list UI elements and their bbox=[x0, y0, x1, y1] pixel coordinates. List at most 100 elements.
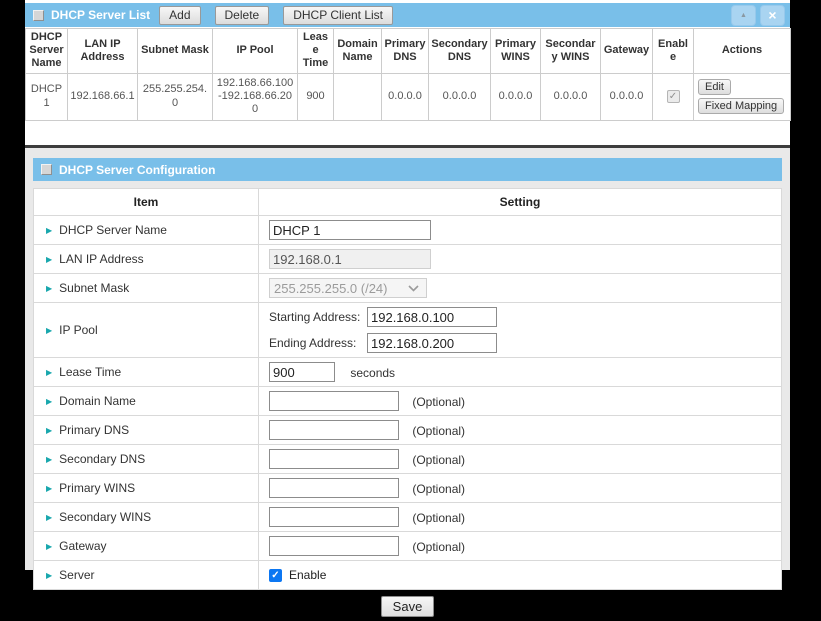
lan-ip-address-input bbox=[269, 249, 431, 269]
dhcp-server-configuration-panel: DHCP Server Configuration Item Setting ▶… bbox=[25, 148, 790, 570]
starting-address-label: Starting Address: bbox=[269, 310, 367, 324]
window-buttons: ▲ × bbox=[731, 5, 785, 26]
row-primary-wins: ▶Primary WINS (Optional) bbox=[34, 474, 782, 503]
subnet-mask-value: 255.255.255.0 (/24) bbox=[274, 281, 387, 296]
form-footer: Save bbox=[33, 590, 782, 621]
row-lease-time: ▶Lease Time seconds bbox=[34, 358, 782, 387]
primary-wins-optional-note: (Optional) bbox=[412, 482, 465, 496]
bullet-arrow-icon: ▶ bbox=[46, 397, 52, 406]
col-enable: Enable bbox=[653, 29, 694, 74]
subnet-mask-select: 255.255.255.0 (/24) bbox=[269, 278, 427, 298]
server-label: Server bbox=[59, 568, 94, 582]
cell-secondary-wins: 0.0.0.0 bbox=[541, 73, 601, 120]
enable-checkbox-disabled: ✓ bbox=[667, 90, 680, 103]
ip-pool-label: IP Pool bbox=[59, 323, 97, 337]
col-lan-ip: LAN IP Address bbox=[68, 29, 138, 74]
configuration-title: DHCP Server Configuration bbox=[59, 163, 215, 177]
bullet-arrow-icon: ▶ bbox=[46, 368, 52, 377]
row-lan-ip-address: ▶LAN IP Address bbox=[34, 245, 782, 274]
secondary-dns-input[interactable] bbox=[269, 449, 399, 469]
row-secondary-dns: ▶ Secondary DNS (Optional) bbox=[34, 445, 782, 474]
panel-square-icon bbox=[33, 10, 44, 21]
primary-wins-input[interactable] bbox=[269, 478, 399, 498]
bullet-arrow-icon: ▶ bbox=[46, 542, 52, 551]
col-subnet-mask: Subnet Mask bbox=[138, 29, 213, 74]
bullet-arrow-icon: ▶ bbox=[46, 426, 52, 435]
bullet-arrow-icon: ▶ bbox=[46, 226, 52, 235]
cell-lan-ip: 192.168.66.1 bbox=[68, 73, 138, 120]
configuration-table: Item Setting ▶DHCP Server Name ▶LAN IP A… bbox=[33, 188, 782, 590]
starting-address-input[interactable] bbox=[367, 307, 497, 327]
secondary-dns-label: Secondary DNS bbox=[59, 452, 145, 466]
server-enable-checkbox[interactable]: ✓ bbox=[269, 569, 282, 582]
setting-column-header: Setting bbox=[259, 189, 782, 216]
secondary-wins-optional-note: (Optional) bbox=[412, 511, 465, 525]
primary-dns-input[interactable] bbox=[269, 420, 399, 440]
server-enable-label: Enable bbox=[289, 568, 326, 582]
row-dhcp-server-name: ▶ DHCP Server Name bbox=[34, 216, 782, 245]
bullet-arrow-icon: ▶ bbox=[46, 284, 52, 293]
table-header-row: DHCP Server Name LAN IP Address Subnet M… bbox=[26, 29, 791, 74]
col-actions: Actions bbox=[694, 29, 791, 74]
check-icon: ✓ bbox=[271, 570, 279, 581]
col-secondary-dns: Secondary DNS bbox=[429, 29, 491, 74]
secondary-dns-optional-note: (Optional) bbox=[412, 453, 465, 467]
fixed-mapping-button[interactable]: Fixed Mapping bbox=[698, 98, 784, 114]
col-primary-wins: Primary WINS bbox=[491, 29, 541, 74]
save-button[interactable]: Save bbox=[381, 596, 435, 617]
lease-time-input[interactable] bbox=[269, 362, 335, 382]
cell-primary-wins: 0.0.0.0 bbox=[491, 73, 541, 120]
bullet-arrow-icon: ▶ bbox=[46, 455, 52, 464]
config-header-row: Item Setting bbox=[34, 189, 782, 216]
collapse-button[interactable]: ▲ bbox=[731, 5, 756, 26]
cell-name: DHCP 1 bbox=[26, 73, 68, 120]
row-secondary-wins: ▶Secondary WINS (Optional) bbox=[34, 503, 782, 532]
row-gateway: ▶Gateway (Optional) bbox=[34, 532, 782, 561]
ending-address-input[interactable] bbox=[367, 333, 497, 353]
subnet-mask-label: Subnet Mask bbox=[59, 281, 129, 295]
domain-name-optional-note: (Optional) bbox=[412, 395, 465, 409]
dhcp-server-name-input[interactable] bbox=[269, 220, 431, 240]
lan-ip-address-label: LAN IP Address bbox=[59, 252, 144, 266]
delete-button[interactable]: Delete bbox=[215, 6, 270, 25]
col-secondary-wins: Secondary WINS bbox=[541, 29, 601, 74]
cell-gateway: 0.0.0.0 bbox=[601, 73, 653, 120]
cell-enable: ✓ bbox=[653, 73, 694, 120]
panel-square-icon bbox=[41, 164, 52, 175]
row-ip-pool: ▶ IP Pool Starting Address: Ending Addres… bbox=[34, 303, 782, 358]
configuration-header: DHCP Server Configuration bbox=[33, 158, 782, 181]
add-button[interactable]: Add bbox=[159, 6, 200, 25]
row-primary-dns: ▶Primary DNS (Optional) bbox=[34, 416, 782, 445]
domain-name-input[interactable] bbox=[269, 391, 399, 411]
dhcp-server-list-panel: DHCP Server List Add Delete DHCP Client … bbox=[25, 3, 790, 145]
bullet-arrow-icon: ▶ bbox=[46, 571, 52, 580]
cell-secondary-dns: 0.0.0.0 bbox=[429, 73, 491, 120]
edit-button[interactable]: Edit bbox=[698, 79, 731, 95]
col-lease-time: Lease Time bbox=[298, 29, 334, 74]
col-domain-name: Domain Name bbox=[334, 29, 382, 74]
dhcp-client-list-button[interactable]: DHCP Client List bbox=[283, 6, 393, 25]
table-row: DHCP 1 192.168.66.1 255.255.254.0 192.16… bbox=[26, 73, 791, 120]
col-primary-dns: Primary DNS bbox=[382, 29, 429, 74]
close-icon: × bbox=[768, 8, 776, 22]
dhcp-server-name-label: DHCP Server Name bbox=[59, 223, 167, 237]
close-button[interactable]: × bbox=[760, 5, 785, 26]
cell-actions: Edit Fixed Mapping bbox=[694, 73, 791, 120]
cell-primary-dns: 0.0.0.0 bbox=[382, 73, 429, 120]
col-dhcp-server-name: DHCP Server Name bbox=[26, 29, 68, 74]
lease-time-label: Lease Time bbox=[59, 365, 121, 379]
primary-wins-label: Primary WINS bbox=[59, 481, 135, 495]
gateway-input[interactable] bbox=[269, 536, 399, 556]
cell-lease-time: 900 bbox=[298, 73, 334, 120]
secondary-wins-input[interactable] bbox=[269, 507, 399, 527]
gateway-optional-note: (Optional) bbox=[412, 540, 465, 554]
bullet-arrow-icon: ▶ bbox=[46, 513, 52, 522]
ending-address-label: Ending Address: bbox=[269, 336, 367, 350]
check-icon: ✓ bbox=[669, 91, 677, 103]
item-column-header: Item bbox=[34, 189, 259, 216]
bullet-arrow-icon: ▶ bbox=[46, 326, 52, 335]
col-gateway: Gateway bbox=[601, 29, 653, 74]
col-ip-pool: IP Pool bbox=[213, 29, 298, 74]
dhcp-server-list-header: DHCP Server List Add Delete DHCP Client … bbox=[25, 3, 790, 27]
cell-domain-name bbox=[334, 73, 382, 120]
